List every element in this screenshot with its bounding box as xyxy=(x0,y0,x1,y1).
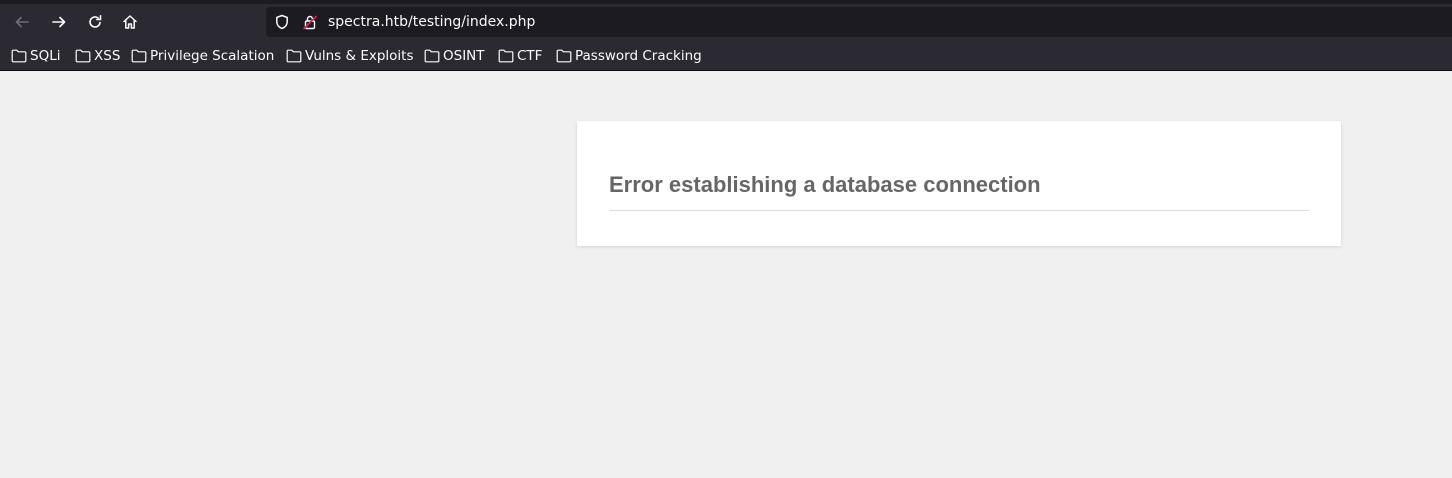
bookmark-folder-ctf[interactable]: CTF xyxy=(498,46,542,66)
folder-icon xyxy=(11,49,27,63)
folder-icon xyxy=(75,49,91,63)
reload-icon xyxy=(89,15,102,28)
arrow-right-icon xyxy=(52,16,66,28)
bookmark-folder-password-cracking[interactable]: Password Cracking xyxy=(556,46,702,66)
bookmark-label: SQLi xyxy=(30,48,61,64)
error-card: Error establishing a database connection xyxy=(577,121,1341,246)
bookmark-folder-sqli[interactable]: SQLi xyxy=(11,46,60,66)
arrow-left-icon xyxy=(15,16,29,28)
bookmark-folder-osint[interactable]: OSINT xyxy=(424,46,485,66)
bookmark-label: CTF xyxy=(517,48,543,64)
bookmark-folder-privilege-scalation[interactable]: Privilege Scalation xyxy=(131,46,274,66)
bookmark-label: Privilege Scalation xyxy=(150,48,275,64)
back-button[interactable] xyxy=(10,10,34,34)
folder-icon xyxy=(424,49,440,63)
folder-icon xyxy=(498,49,514,63)
bookmark-label: XSS xyxy=(94,48,121,64)
home-icon xyxy=(123,15,137,29)
bookmark-label: Vulns & Exploits xyxy=(305,48,414,64)
bookmark-folder-vulns-exploits[interactable]: Vulns & Exploits xyxy=(286,46,414,66)
reload-button[interactable] xyxy=(83,10,107,34)
forward-button[interactable] xyxy=(47,10,71,34)
url-text[interactable]: spectra.htb/testing/index.php xyxy=(328,13,535,31)
bookmark-label: OSINT xyxy=(443,48,485,64)
bookmark-label: Password Cracking xyxy=(575,48,702,64)
error-title: Error establishing a database connection xyxy=(609,172,1041,197)
url-bar[interactable]: spectra.htb/testing/index.php xyxy=(266,7,1452,37)
shield-icon[interactable] xyxy=(274,14,290,30)
folder-icon xyxy=(556,49,572,63)
folder-icon xyxy=(286,49,302,63)
insecure-lock-icon[interactable] xyxy=(302,14,318,30)
home-button[interactable] xyxy=(118,10,142,34)
folder-icon xyxy=(131,49,147,63)
bookmarks-toolbar: SQLi XSS Privilege Scalation Vulns & Exp… xyxy=(0,40,1452,71)
divider xyxy=(609,210,1309,211)
bookmark-folder-xss[interactable]: XSS xyxy=(75,46,120,66)
page-content: Error establishing a database connection xyxy=(0,71,1452,478)
navigation-toolbar: spectra.htb/testing/index.php xyxy=(0,4,1452,40)
